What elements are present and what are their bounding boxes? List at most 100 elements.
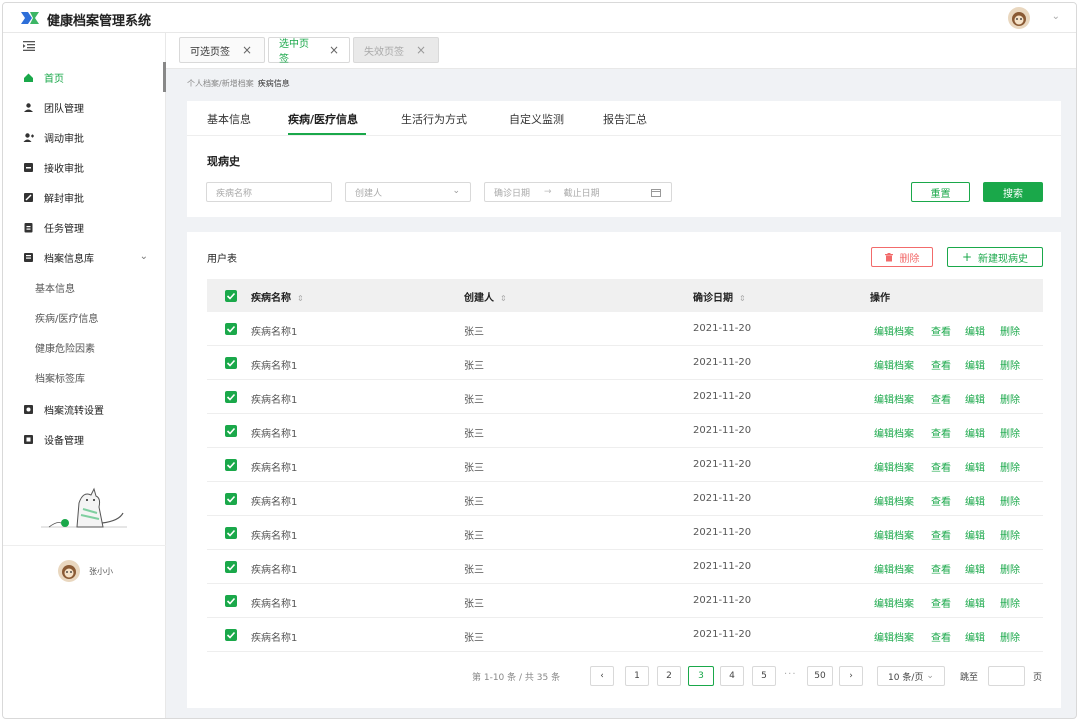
- sort-icon[interactable]: ⇕: [297, 294, 304, 303]
- current-page-button[interactable]: 3: [688, 666, 714, 686]
- sidebar-item-receive-approval[interactable]: 接收审批: [3, 152, 166, 182]
- view-link[interactable]: 查看: [931, 391, 951, 406]
- sidebar-item-transfer-approval[interactable]: 调动审批: [3, 122, 166, 152]
- edit-link[interactable]: 编辑: [965, 527, 985, 542]
- creator-select[interactable]: 创建人 ⌄: [345, 182, 471, 202]
- row-checkbox[interactable]: [225, 357, 237, 369]
- edit-link[interactable]: 编辑: [965, 357, 985, 372]
- close-icon[interactable]: ×: [242, 43, 252, 57]
- edit-link[interactable]: 编辑: [965, 493, 985, 508]
- view-link[interactable]: 查看: [931, 323, 951, 338]
- row-checkbox[interactable]: [225, 425, 237, 437]
- edit-link[interactable]: 编辑: [965, 459, 985, 474]
- sidebar-item-unseal-approval[interactable]: 解封审批: [3, 182, 166, 212]
- header-avatar[interactable]: [1008, 7, 1030, 29]
- edit-archive-link[interactable]: 编辑档案: [874, 595, 914, 610]
- edit-link[interactable]: 编辑: [965, 595, 985, 610]
- delete-button[interactable]: 删除: [871, 247, 933, 267]
- page-button[interactable]: 4: [720, 666, 744, 686]
- row-checkbox[interactable]: [225, 629, 237, 641]
- pagination-ellipsis[interactable]: ···: [784, 669, 797, 680]
- view-link[interactable]: 查看: [931, 629, 951, 644]
- date-range-picker[interactable]: 确诊日期 → 截止日期: [484, 182, 672, 202]
- menu-collapse-icon[interactable]: [23, 41, 35, 51]
- delete-link[interactable]: 删除: [1000, 595, 1020, 610]
- edit-archive-link[interactable]: 编辑档案: [874, 561, 914, 576]
- sidebar-subitem-archive-tags[interactable]: 档案标签库: [3, 362, 166, 392]
- tab-report-summary[interactable]: 报告汇总: [603, 111, 647, 127]
- edit-link[interactable]: 编辑: [965, 425, 985, 440]
- edit-archive-link[interactable]: 编辑档案: [874, 459, 914, 474]
- view-link[interactable]: 查看: [931, 459, 951, 474]
- page-tab-selected[interactable]: 选中页签 ×: [268, 37, 350, 65]
- sidebar-item-device[interactable]: 设备管理: [3, 424, 166, 454]
- new-record-button[interactable]: + 新建现病史: [947, 247, 1043, 267]
- tab-custom-monitor[interactable]: 自定义监测: [509, 111, 564, 127]
- sort-icon[interactable]: ⇕: [739, 294, 746, 303]
- view-link[interactable]: 查看: [931, 561, 951, 576]
- edit-archive-link[interactable]: 编辑档案: [874, 493, 914, 508]
- page-button[interactable]: 2: [657, 666, 681, 686]
- sidebar-item-task[interactable]: 任务管理: [3, 212, 166, 242]
- edit-archive-link[interactable]: 编辑档案: [874, 425, 914, 440]
- next-page-button[interactable]: ›: [839, 666, 863, 686]
- delete-link[interactable]: 删除: [1000, 561, 1020, 576]
- row-checkbox[interactable]: [225, 527, 237, 539]
- prev-page-button[interactable]: ‹: [590, 666, 614, 686]
- sidebar-subitem-basic-info[interactable]: 基本信息: [3, 272, 166, 302]
- select-all-checkbox[interactable]: [225, 290, 237, 302]
- row-checkbox[interactable]: [225, 561, 237, 573]
- sort-icon[interactable]: ⇕: [500, 294, 507, 303]
- jump-page-input[interactable]: [988, 666, 1025, 686]
- column-header-date[interactable]: 确诊日期 ⇕: [693, 289, 746, 304]
- row-checkbox[interactable]: [225, 459, 237, 471]
- delete-link[interactable]: 删除: [1000, 527, 1020, 542]
- view-link[interactable]: 查看: [931, 425, 951, 440]
- page-tab-optional[interactable]: 可选页签 ×: [179, 37, 265, 63]
- edit-link[interactable]: 编辑: [965, 323, 985, 338]
- edit-archive-link[interactable]: 编辑档案: [874, 629, 914, 644]
- search-button[interactable]: 搜索: [983, 182, 1043, 202]
- chevron-down-icon[interactable]: ⌄: [1052, 11, 1060, 22]
- delete-link[interactable]: 删除: [1000, 629, 1020, 644]
- delete-link[interactable]: 删除: [1000, 459, 1020, 474]
- user-avatar[interactable]: [58, 560, 80, 582]
- tab-disease-medical[interactable]: 疾病/医疗信息: [288, 111, 358, 127]
- sidebar-item-home[interactable]: 首页: [3, 62, 166, 92]
- edit-archive-link[interactable]: 编辑档案: [874, 357, 914, 372]
- edit-link[interactable]: 编辑: [965, 629, 985, 644]
- page-size-select[interactable]: 10 条/页 ⌄: [877, 666, 945, 686]
- close-icon[interactable]: ×: [329, 43, 339, 57]
- edit-link[interactable]: 编辑: [965, 391, 985, 406]
- sidebar-item-archive-library[interactable]: 档案信息库 ⌄: [3, 242, 166, 272]
- row-checkbox[interactable]: [225, 323, 237, 335]
- page-button[interactable]: 1: [625, 666, 649, 686]
- view-link[interactable]: 查看: [931, 527, 951, 542]
- tab-basic-info[interactable]: 基本信息: [207, 111, 251, 127]
- disease-name-input[interactable]: 疾病名称: [206, 182, 332, 202]
- row-checkbox[interactable]: [225, 595, 237, 607]
- delete-link[interactable]: 删除: [1000, 323, 1020, 338]
- view-link[interactable]: 查看: [931, 595, 951, 610]
- edit-archive-link[interactable]: 编辑档案: [874, 323, 914, 338]
- page-button[interactable]: 5: [752, 666, 776, 686]
- delete-link[interactable]: 删除: [1000, 357, 1020, 372]
- row-checkbox[interactable]: [225, 391, 237, 403]
- view-link[interactable]: 查看: [931, 357, 951, 372]
- edit-archive-link[interactable]: 编辑档案: [874, 527, 914, 542]
- column-header-name[interactable]: 疾病名称 ⇕: [251, 289, 304, 304]
- sidebar-item-transfer-settings[interactable]: 档案流转设置: [3, 394, 166, 424]
- last-page-button[interactable]: 50: [807, 666, 833, 686]
- tab-lifestyle[interactable]: 生活行为方式: [401, 111, 467, 127]
- edit-link[interactable]: 编辑: [965, 561, 985, 576]
- delete-link[interactable]: 删除: [1000, 493, 1020, 508]
- edit-archive-link[interactable]: 编辑档案: [874, 391, 914, 406]
- delete-link[interactable]: 删除: [1000, 391, 1020, 406]
- sidebar-subitem-risk-factors[interactable]: 健康危险因素: [3, 332, 166, 362]
- reset-button[interactable]: 重置: [911, 182, 970, 202]
- delete-link[interactable]: 删除: [1000, 425, 1020, 440]
- breadcrumb-parent[interactable]: 个人档案/新增档案: [187, 79, 254, 88]
- column-header-creator[interactable]: 创建人 ⇕: [464, 289, 507, 304]
- row-checkbox[interactable]: [225, 493, 237, 505]
- sidebar-item-team[interactable]: 团队管理: [3, 92, 166, 122]
